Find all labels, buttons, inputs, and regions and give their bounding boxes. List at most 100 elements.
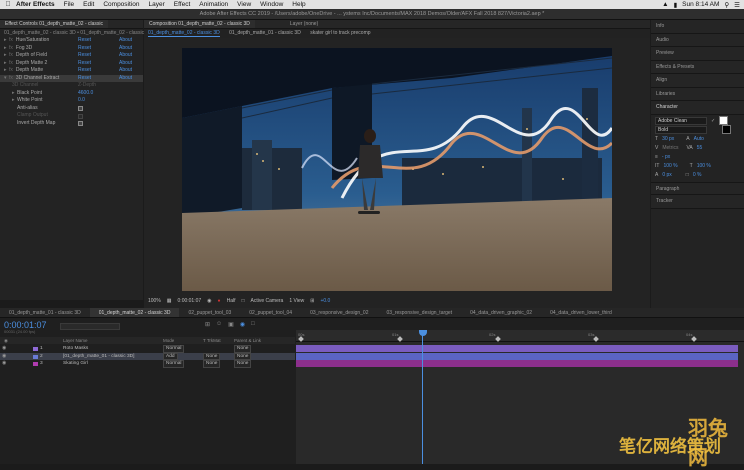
marker-keyframe[interactable] bbox=[298, 336, 304, 342]
panel-paragraph[interactable]: Paragraph bbox=[651, 181, 744, 195]
effect-row[interactable]: ▸ fx Depth Matte 2 Reset About bbox=[0, 60, 143, 68]
about-button[interactable]: About bbox=[119, 37, 132, 45]
timeline-tab[interactable]: 04_data_driven_graphic_02 bbox=[461, 308, 541, 317]
font-size-value[interactable]: 30 px bbox=[662, 136, 674, 142]
panel-character[interactable]: Character bbox=[651, 101, 744, 115]
playhead-handle[interactable] bbox=[418, 330, 427, 336]
timeline-tab[interactable]: 02_puppet_tool_04 bbox=[240, 308, 301, 317]
motion-blur-icon[interactable]: ◉ bbox=[240, 321, 245, 328]
graph-editor-icon[interactable]: □ bbox=[251, 321, 255, 328]
param-dropdown[interactable]: Z-Depth bbox=[78, 82, 96, 90]
fx-icon[interactable]: fx bbox=[9, 45, 13, 51]
blend-mode-dropdown[interactable]: Normal bbox=[163, 345, 185, 353]
baseline-shift-value[interactable]: 0 px bbox=[662, 172, 671, 178]
about-button[interactable]: About bbox=[119, 45, 132, 53]
color-icon[interactable]: ● bbox=[218, 298, 221, 304]
timecode-display[interactable]: 0:00:01:07 bbox=[178, 298, 202, 304]
list-icon[interactable]: ☰ bbox=[734, 1, 740, 9]
menu-view[interactable]: View bbox=[237, 1, 251, 8]
marker-keyframe[interactable] bbox=[495, 336, 501, 342]
menu-clock[interactable]: Sun 8:14 AM bbox=[682, 1, 719, 8]
fx-icon[interactable]: fx bbox=[9, 75, 13, 81]
about-button[interactable]: About bbox=[119, 60, 132, 68]
timeline-search-input[interactable] bbox=[60, 323, 120, 330]
column-trkmat[interactable]: T TrkMat bbox=[203, 337, 221, 344]
resolution-dropdown[interactable]: Half bbox=[227, 298, 236, 304]
fx-icon[interactable]: fx bbox=[9, 52, 13, 58]
timeline-tab[interactable]: 03_responsive_design_target bbox=[377, 308, 461, 317]
wifi-icon[interactable]: ▲ bbox=[662, 1, 668, 8]
menu-help[interactable]: Help bbox=[292, 1, 305, 8]
timeline-tab-active[interactable]: 01_depth_matte_02 - classic 3D bbox=[89, 308, 180, 317]
layer-name[interactable]: Roto Masks bbox=[63, 345, 88, 353]
parent-dropdown[interactable]: None bbox=[234, 352, 252, 360]
crumb-comp[interactable]: 01_depth_matte_02 - classic 3D bbox=[148, 30, 220, 37]
exposure-value[interactable]: +0.0 bbox=[320, 298, 330, 304]
parent-dropdown[interactable]: None bbox=[234, 345, 252, 353]
parent-dropdown[interactable]: None bbox=[234, 360, 252, 368]
reset-button[interactable]: Reset bbox=[78, 67, 91, 75]
panel-effects-presets[interactable]: Effects & Presets bbox=[651, 60, 744, 74]
layer-duration-bar[interactable] bbox=[296, 352, 738, 360]
reset-button[interactable]: Reset bbox=[78, 60, 91, 68]
view-layout-dropdown[interactable]: 1 View bbox=[289, 298, 304, 304]
search-icon[interactable]: ⚲ bbox=[724, 1, 729, 9]
about-button[interactable]: About bbox=[119, 67, 132, 75]
tsume-value[interactable]: 0 % bbox=[693, 172, 702, 178]
menu-animation[interactable]: Animation bbox=[199, 1, 228, 8]
column-parent[interactable]: Parent & Link bbox=[234, 337, 261, 344]
panel-align[interactable]: Align bbox=[651, 74, 744, 88]
invert-depth-checkbox[interactable] bbox=[78, 121, 83, 126]
menu-file[interactable]: File bbox=[64, 1, 74, 8]
effect-row[interactable]: ▸ fx Depth of Field Reset About bbox=[0, 52, 143, 60]
column-layer-name[interactable]: Layer Name bbox=[63, 337, 88, 344]
layer-row-selected[interactable]: ◉ 2 [01_depth_matte_01 - classic 3D] Add… bbox=[0, 352, 295, 361]
panel-tracker[interactable]: Tracker bbox=[651, 195, 744, 209]
reset-button[interactable]: Reset bbox=[78, 37, 91, 45]
eye-icon[interactable]: ◉ bbox=[2, 345, 6, 353]
fx-icon[interactable]: fx bbox=[9, 60, 13, 66]
effect-row[interactable]: ▸ fx Fog 3D Reset About bbox=[0, 45, 143, 53]
vertical-scale-value[interactable]: 100 % bbox=[663, 163, 677, 169]
marker-keyframe[interactable] bbox=[593, 336, 599, 342]
effect-row-selected[interactable]: ▾ fx 3D Channel Extract Reset About bbox=[0, 74, 143, 82]
effect-row[interactable]: ▸ fx Depth Matte Reset About bbox=[0, 67, 143, 75]
crumb-comp[interactable]: 01_depth_matte_01 - classic 3D bbox=[229, 30, 301, 36]
reset-button[interactable]: Reset bbox=[78, 45, 91, 53]
param-value[interactable]: 4600.0 bbox=[78, 90, 93, 98]
fx-icon[interactable]: fx bbox=[9, 67, 13, 73]
crumb-comp[interactable]: skater girl to track precomp bbox=[310, 30, 370, 36]
time-ruler[interactable]: 00s 01s 02s 03s 04s bbox=[296, 330, 744, 342]
font-style-field[interactable]: Bold bbox=[655, 125, 707, 134]
region-icon[interactable]: □ bbox=[241, 298, 244, 304]
layer-row[interactable]: ◉ 1 Roto Masks Normal None bbox=[0, 345, 295, 353]
tracking-value[interactable]: 55 bbox=[697, 145, 703, 151]
anti-alias-checkbox[interactable] bbox=[78, 106, 83, 111]
timeline-tab[interactable]: 03_responsive_design_02 bbox=[301, 308, 377, 317]
kerning-value[interactable]: Metrics bbox=[662, 145, 678, 151]
fill-color-swatch[interactable] bbox=[719, 116, 729, 125]
panel-info[interactable]: Info bbox=[651, 20, 744, 34]
horizontal-scale-value[interactable]: 100 % bbox=[697, 163, 711, 169]
menu-app[interactable]: After Effects bbox=[16, 1, 55, 8]
battery-icon[interactable]: ▮ bbox=[674, 1, 678, 9]
menu-layer[interactable]: Layer bbox=[148, 1, 164, 8]
menu-composition[interactable]: Composition bbox=[103, 1, 139, 8]
clamp-output-checkbox[interactable] bbox=[78, 113, 83, 119]
layer-name[interactable]: [01_depth_matte_01 - classic 3D] bbox=[63, 353, 134, 361]
trkmat-dropdown[interactable]: None bbox=[203, 360, 221, 368]
eye-icon[interactable]: ◉ bbox=[2, 360, 6, 368]
blend-mode-dropdown[interactable]: Add bbox=[163, 352, 178, 360]
stroke-color-swatch[interactable] bbox=[722, 125, 731, 134]
param-value[interactable]: 0.0 bbox=[78, 97, 85, 105]
font-family-field[interactable]: Adobe Clean bbox=[655, 116, 707, 125]
camera-snapshot-icon[interactable]: ◉ bbox=[207, 298, 211, 304]
grid-icon[interactable]: ▦ bbox=[167, 298, 172, 304]
about-button[interactable]: About bbox=[119, 52, 132, 60]
eyedropper-icon[interactable]: ✓ bbox=[711, 118, 715, 124]
tab-layer[interactable]: Layer (none) bbox=[285, 20, 323, 28]
apple-icon[interactable]:  bbox=[0, 1, 16, 8]
marker-keyframe[interactable] bbox=[397, 336, 403, 342]
fast-preview-icon[interactable]: ⊞ bbox=[310, 298, 314, 304]
panel-libraries[interactable]: Libraries bbox=[651, 87, 744, 101]
